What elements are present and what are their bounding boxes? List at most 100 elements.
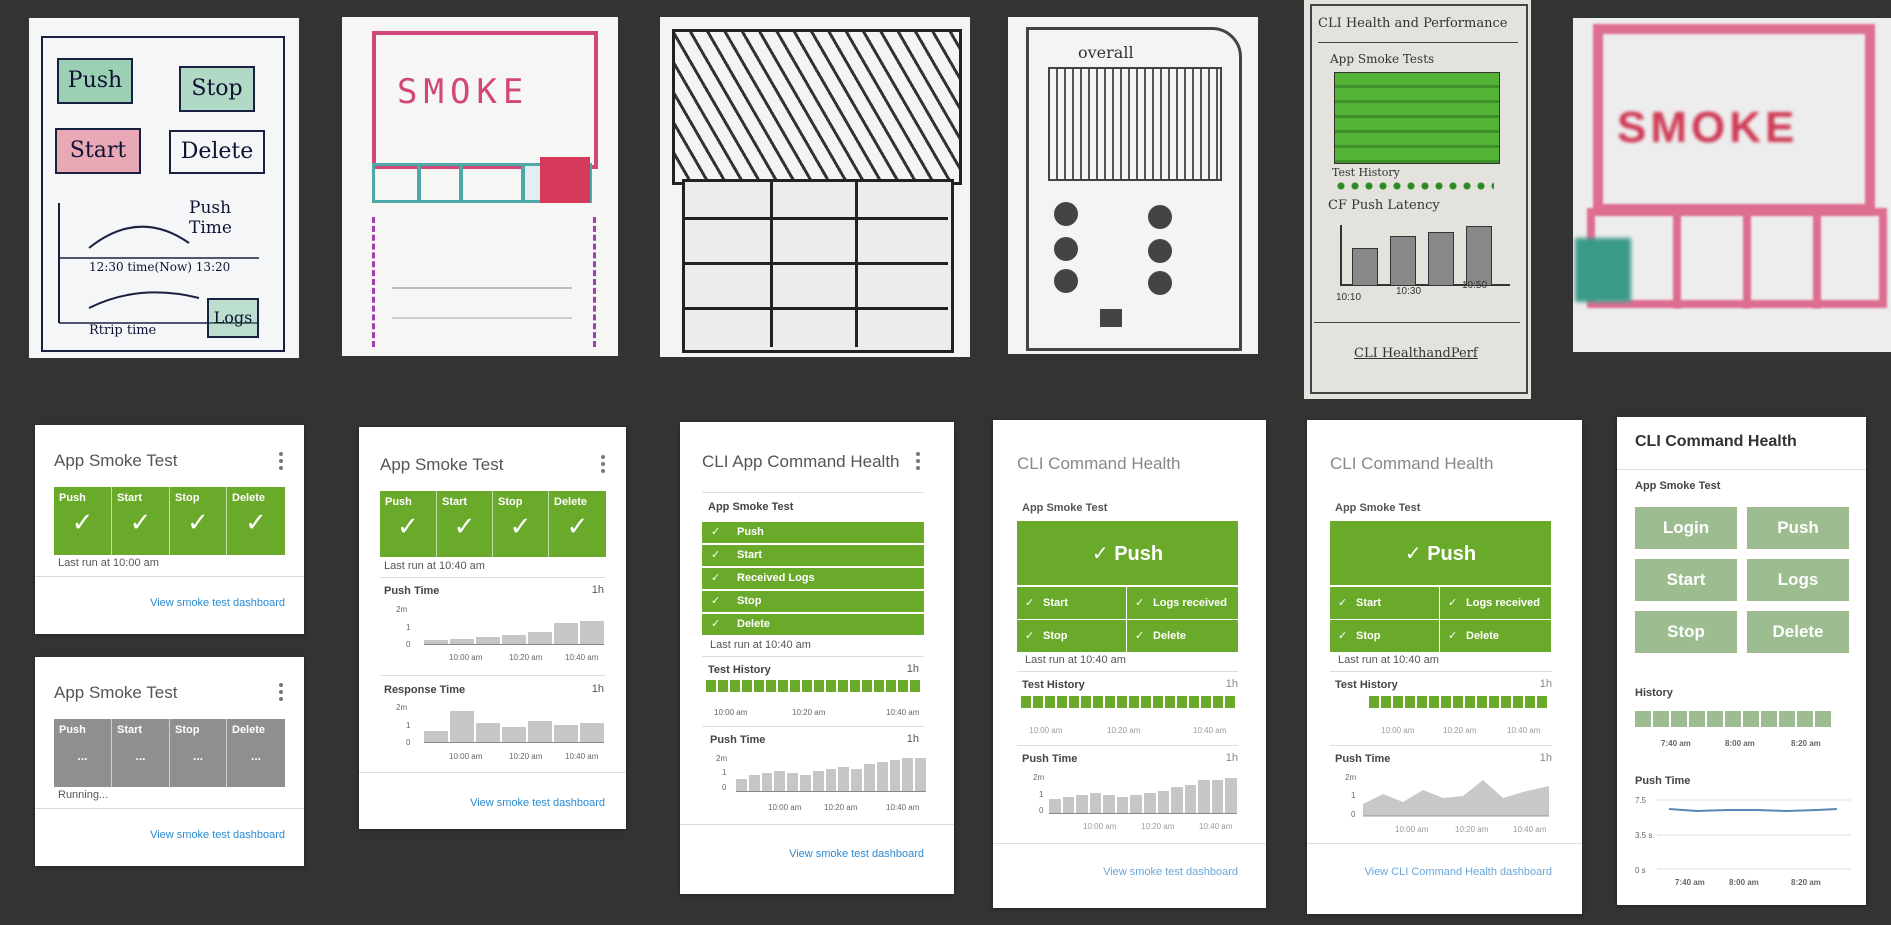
stop-cell[interactable]: Stop... bbox=[170, 719, 227, 787]
more-menu-icon[interactable] bbox=[916, 452, 920, 470]
more-menu-icon[interactable] bbox=[279, 452, 283, 470]
check-icon: ✓ bbox=[187, 507, 209, 537]
stop-cell[interactable]: Stop ✓ bbox=[170, 487, 227, 555]
push-cell[interactable]: Push ✓ bbox=[380, 491, 437, 557]
chart-bar bbox=[774, 771, 786, 792]
smoke-test-card-running: App Smoke Test Push... Start... Stop... … bbox=[35, 657, 304, 866]
chart-bar bbox=[1171, 786, 1183, 814]
sketch-5-t3: 10:50 bbox=[1462, 280, 1488, 291]
chart-bar bbox=[825, 769, 837, 792]
chart-bar bbox=[736, 778, 747, 792]
test-history-label: Test History bbox=[708, 664, 771, 676]
sketch-times: 12:30 time(Now) 13:20 bbox=[89, 260, 231, 274]
chart-bar bbox=[1076, 795, 1088, 814]
start-cell[interactable]: Start ✓ bbox=[437, 491, 493, 557]
range-label: 1h bbox=[1539, 752, 1552, 764]
card-title: App Smoke Test bbox=[380, 455, 504, 474]
start-row[interactable]: ✓ Start bbox=[702, 545, 924, 568]
sketch-start: Start bbox=[55, 128, 141, 174]
dashboard-link[interactable]: View smoke test dashboard bbox=[150, 597, 285, 609]
chart-bar bbox=[1211, 780, 1224, 814]
sketch-1: Push Stop Start Delete Push Time 12:30 t… bbox=[29, 18, 299, 358]
cli-command-health-card: CLI Command Health App Smoke Test ✓ Push… bbox=[993, 420, 1266, 908]
sketch-delete: Delete bbox=[169, 130, 265, 174]
stop-tile[interactable]: ✓ Stop bbox=[1017, 620, 1127, 652]
check-icon: ✓ bbox=[71, 507, 94, 537]
chart-baseline bbox=[1049, 813, 1237, 814]
logs-received-tile[interactable]: ✓ Logs received bbox=[1440, 587, 1551, 620]
range-label: 1h bbox=[1539, 678, 1552, 690]
more-menu-icon[interactable] bbox=[279, 683, 283, 701]
card-title: App Smoke Test bbox=[54, 683, 178, 702]
push-row[interactable]: ✓ Push bbox=[702, 522, 924, 545]
delete-cell[interactable]: Delete ✓ bbox=[227, 487, 285, 555]
dashboard-link[interactable]: View smoke test dashboard bbox=[789, 848, 924, 860]
check-icon: ✓ bbox=[566, 511, 589, 541]
test-status-grid: Push ✓ Start ✓ Stop ✓ Delete ✓ bbox=[54, 487, 285, 555]
push-tile[interactable]: ✓ Push bbox=[1330, 521, 1551, 587]
push-tile[interactable]: ✓ Push bbox=[1017, 521, 1238, 587]
dashboard-link[interactable]: View smoke test dashboard bbox=[150, 829, 285, 841]
check-icon: ✓ bbox=[711, 572, 721, 584]
login-button[interactable]: Login bbox=[1635, 507, 1737, 549]
dashboard-link[interactable]: View CLI Command Health dashboard bbox=[1364, 866, 1552, 878]
range-label: 1h bbox=[1225, 752, 1238, 764]
chart-bar bbox=[1157, 790, 1170, 814]
range-label: 1h bbox=[1225, 678, 1238, 690]
check-icon: ✓ bbox=[711, 618, 721, 630]
card-title: CLI Command Health bbox=[1635, 433, 1797, 450]
last-run-text: Last run at 10:40 am bbox=[1025, 654, 1126, 666]
chart-bar bbox=[580, 621, 604, 645]
dashboard-link[interactable]: View smoke test dashboard bbox=[1103, 866, 1238, 878]
start-tile[interactable]: ✓ Start bbox=[1017, 587, 1127, 620]
start-cell[interactable]: Start ✓ bbox=[112, 487, 170, 555]
sketch-smoke: SMOKE bbox=[397, 72, 530, 112]
sketch-5: CLI Health and Performance App Smoke Tes… bbox=[1304, 0, 1531, 399]
stop-tile[interactable]: ✓ Stop bbox=[1330, 620, 1440, 652]
check-icon: ✓ bbox=[397, 511, 419, 541]
test-history-strip bbox=[706, 680, 920, 692]
chart-bar bbox=[1225, 778, 1237, 814]
range-label: 1h bbox=[906, 733, 919, 745]
logs-button[interactable]: Logs bbox=[1747, 559, 1849, 601]
smoke-test-card-charts: App Smoke Test Push ✓ Start ✓ Stop ✓ Delete… bbox=[359, 427, 626, 829]
more-menu-icon[interactable] bbox=[601, 455, 605, 473]
dashboard-link[interactable]: View smoke test dashboard bbox=[470, 797, 605, 809]
check-icon: ✓ bbox=[1404, 543, 1428, 565]
chart-bar bbox=[851, 769, 862, 792]
push-cell[interactable]: Push ✓ bbox=[54, 487, 112, 555]
range-label: 1h bbox=[591, 584, 604, 596]
received-logs-row[interactable]: ✓ Received Logs bbox=[702, 568, 924, 591]
history-strip bbox=[1635, 711, 1833, 727]
test-history-strip bbox=[1369, 696, 1549, 708]
delete-row[interactable]: ✓ Delete bbox=[702, 614, 924, 637]
delete-tile[interactable]: ✓ Delete bbox=[1127, 620, 1238, 652]
chart-bar bbox=[476, 723, 500, 743]
sketch-5-footer: CLI HealthandPerf bbox=[1354, 346, 1478, 361]
stop-cell[interactable]: Stop ✓ bbox=[493, 491, 549, 557]
section-label: App Smoke Test bbox=[1635, 480, 1721, 492]
check-icon: ✓ bbox=[711, 549, 721, 561]
delete-cell[interactable]: Delete... bbox=[227, 719, 285, 787]
start-cell[interactable]: Start... bbox=[112, 719, 170, 787]
start-button[interactable]: Start bbox=[1635, 559, 1737, 601]
stop-button[interactable]: Stop bbox=[1635, 611, 1737, 653]
section-label: App Smoke Test bbox=[708, 501, 794, 513]
test-status-grid: Push... Start... Stop... Delete... bbox=[54, 719, 285, 787]
delete-tile[interactable]: ✓ Delete bbox=[1440, 620, 1551, 652]
sketch-3 bbox=[660, 17, 970, 357]
logs-received-tile[interactable]: ✓ Logs received bbox=[1127, 587, 1238, 620]
range-label: 1h bbox=[906, 663, 919, 675]
sketch-push: Push bbox=[57, 58, 133, 104]
check-icon: ✓ bbox=[711, 526, 721, 538]
push-button[interactable]: Push bbox=[1747, 507, 1849, 549]
delete-cell[interactable]: Delete ✓ bbox=[549, 491, 606, 557]
push-time-label: Push Time bbox=[1335, 753, 1391, 765]
chart-bar bbox=[812, 771, 824, 792]
chart-bar bbox=[889, 759, 901, 792]
start-tile[interactable]: ✓ Start bbox=[1330, 587, 1440, 620]
push-cell[interactable]: Push... bbox=[54, 719, 112, 787]
test-history-label: Test History bbox=[1335, 679, 1398, 691]
stop-row[interactable]: ✓ Stop bbox=[702, 591, 924, 614]
delete-button[interactable]: Delete bbox=[1747, 611, 1849, 653]
